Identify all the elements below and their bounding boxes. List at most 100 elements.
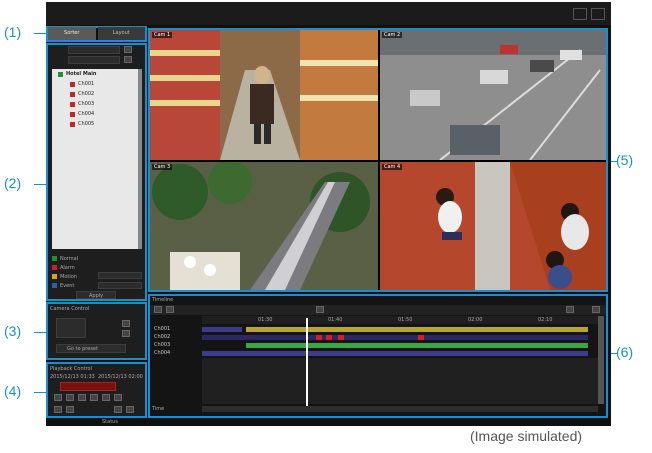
tree-root-label: Hotel Main <box>66 71 97 77</box>
timeline-zoom-in-button[interactable] <box>154 306 162 313</box>
timeline-vscrollbar[interactable] <box>598 316 604 404</box>
legend-label: Normal <box>60 255 79 262</box>
tick-label: 01:30 <box>258 317 273 323</box>
legend-swatch <box>52 265 57 270</box>
timeline-bar[interactable] <box>246 327 588 332</box>
callout-4-label: (4) <box>4 383 22 399</box>
camera-icon <box>70 81 75 87</box>
timeline-bar[interactable] <box>202 351 588 356</box>
restore-icon[interactable] <box>573 8 587 20</box>
tree-item-label: Ch005 <box>78 121 95 127</box>
tick-label: 02:00 <box>468 317 483 323</box>
tree-item[interactable]: Ch005 <box>52 119 142 129</box>
legend-select-2[interactable] <box>98 282 142 289</box>
tree-item-label: Ch002 <box>78 91 95 97</box>
next-event-button[interactable] <box>66 406 74 413</box>
callout-1: (1) <box>4 24 50 40</box>
timeline-ruler: 01:30 01:40 01:50 02:00 02:10 <box>202 316 598 324</box>
app-window: Sorter Layout Hotel Main Ch001 Ch002 Ch0… <box>46 2 611 426</box>
close-icon[interactable] <box>591 8 605 20</box>
timeline-status-label: Time <box>152 406 165 412</box>
tree-item[interactable]: Ch004 <box>52 109 142 119</box>
fast-forward-button[interactable] <box>102 394 110 401</box>
timeline-row-label: Ch002 <box>154 334 171 340</box>
timeline-zoom-out-button[interactable] <box>166 306 174 313</box>
snapshot-button[interactable] <box>114 406 122 413</box>
camera-icon <box>70 101 75 107</box>
ptz-pad[interactable] <box>56 318 86 338</box>
callout-5-label: (5) <box>616 152 634 168</box>
supermarket-scene <box>150 30 378 160</box>
timeline-bar[interactable] <box>202 327 242 332</box>
tree-root[interactable]: Hotel Main <box>52 69 142 79</box>
callout-5: (5) <box>610 152 634 168</box>
step-back-button[interactable] <box>66 394 74 401</box>
tree-item[interactable]: Ch003 <box>52 99 142 109</box>
camera-icon <box>70 121 75 127</box>
play-button[interactable] <box>78 394 86 401</box>
timeline-row-label: Ch004 <box>154 350 171 356</box>
timeline-search-button[interactable] <box>316 306 324 313</box>
filter-button-1[interactable] <box>124 46 132 53</box>
legend-label: Motion <box>60 273 77 280</box>
rewind-button[interactable] <box>54 394 62 401</box>
tab-sorter[interactable]: Sorter <box>48 27 96 40</box>
tree-item[interactable]: Ch002 <box>52 89 142 99</box>
video-label: Cam 2 <box>382 32 403 38</box>
video-label: Cam 4 <box>382 164 403 170</box>
legend-swatch <box>52 283 57 288</box>
export-button[interactable] <box>126 406 134 413</box>
stop-button[interactable] <box>114 394 122 401</box>
zoom-in-button[interactable] <box>122 320 130 327</box>
tick-label: 01:50 <box>398 317 413 323</box>
apply-button-label: Apply <box>89 293 104 299</box>
status-bar-label: Status <box>102 419 118 425</box>
timeline-lower-area <box>202 358 598 404</box>
parking-scene <box>380 30 606 160</box>
panel-tabs: Sorter Layout <box>48 27 145 40</box>
tab-layout[interactable]: Layout <box>97 27 145 40</box>
video-tile-3[interactable]: Cam 3 <box>150 162 378 290</box>
filter-button-2[interactable] <box>124 56 132 63</box>
step-forward-button[interactable] <box>90 394 98 401</box>
video-tile-1[interactable]: Cam 1 <box>150 30 378 160</box>
video-label: Cam 3 <box>152 164 173 170</box>
escalator-scene <box>150 162 378 290</box>
status-legend: Normal Alarm Motion Event <box>52 254 78 290</box>
playback-speed-slider[interactable] <box>60 382 116 391</box>
video-tile-4[interactable]: Cam 4 <box>380 162 606 290</box>
timeline-close-button[interactable] <box>592 306 600 313</box>
filter-select-1[interactable] <box>68 46 120 54</box>
folder-icon <box>58 71 63 77</box>
video-tile-2[interactable]: Cam 2 <box>380 30 606 160</box>
timeline-bar[interactable] <box>246 343 588 348</box>
tree-item-label: Ch003 <box>78 101 95 107</box>
callout-4: (4) <box>4 383 50 399</box>
timeline-cursor[interactable] <box>306 318 308 406</box>
timeline-event[interactable] <box>338 335 344 340</box>
legend-select-1[interactable] <box>98 272 142 279</box>
timeline-event[interactable] <box>316 335 322 340</box>
camera-icon <box>70 91 75 97</box>
callout-3: (3) <box>4 323 50 339</box>
timeline-export-button[interactable] <box>566 306 574 313</box>
preset-button[interactable]: Go to preset <box>56 344 126 353</box>
prev-event-button[interactable] <box>54 406 62 413</box>
callout-line <box>610 161 618 162</box>
zoom-out-button[interactable] <box>122 330 130 337</box>
timeline-hscrollbar[interactable] <box>202 406 598 412</box>
camera-icon <box>70 111 75 117</box>
apply-button[interactable]: Apply <box>76 291 116 299</box>
tree-scrollbar[interactable] <box>138 69 142 249</box>
timeline-row-label: Ch003 <box>154 342 171 348</box>
playback-end-time: 2015/12/13 02:00 <box>98 374 143 380</box>
filter-select-2[interactable] <box>68 56 120 64</box>
timeline-bar[interactable] <box>202 335 588 340</box>
timeline-event[interactable] <box>418 335 424 340</box>
legend-swatch <box>52 256 57 261</box>
overhead-scene <box>380 162 606 290</box>
timeline-event[interactable] <box>326 335 332 340</box>
title-bar <box>46 2 611 25</box>
callout-2-label: (2) <box>4 175 22 191</box>
tree-item[interactable]: Ch001 <box>52 79 142 89</box>
